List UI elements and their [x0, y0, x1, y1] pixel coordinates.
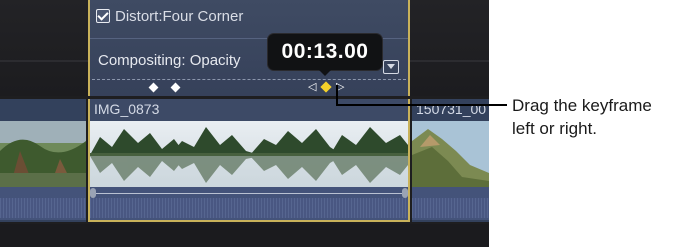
callout-leader-vertical [336, 85, 338, 105]
callout-leader-horizontal [336, 104, 507, 106]
fade-handle-right[interactable] [402, 188, 408, 198]
timeline: Distort:Four Corner Compositing: Opacity… [0, 0, 489, 247]
checkbox-icon[interactable] [96, 9, 110, 23]
timecode-tooltip: 00:13.00 [268, 34, 382, 70]
previous-keyframe-icon[interactable]: ◁ [308, 80, 316, 94]
audio-waveform [0, 187, 86, 220]
clip-left[interactable] [0, 99, 86, 222]
callout-text: Drag the keyframe left or right. [512, 94, 679, 140]
menu-dropdown-icon[interactable] [383, 60, 399, 74]
clip-name: IMG_0873 [94, 101, 160, 117]
clip-right[interactable]: 150731_00 [412, 99, 489, 222]
callout-line-1: Drag the keyframe [512, 96, 652, 115]
lower-track-area [0, 224, 489, 247]
clip-selected[interactable]: IMG_0873 [88, 99, 410, 222]
distort-effect-row[interactable]: Distort:Four Corner [96, 6, 243, 26]
audio-waveform [412, 187, 489, 220]
keyframe-icon[interactable] [148, 82, 159, 93]
keyframe-icon[interactable] [170, 82, 181, 93]
callout-line-2: left or right. [512, 119, 598, 138]
clip-thumbnail [0, 121, 86, 187]
clip-thumbnail [90, 121, 408, 187]
tooltip-pointer [318, 69, 332, 76]
volume-line[interactable] [92, 193, 406, 194]
opacity-effect-label: Compositing: Opacity [98, 52, 241, 69]
audio-waveform [90, 187, 408, 220]
keyframe-track[interactable] [92, 79, 406, 80]
keyframe-icon[interactable] [320, 81, 332, 93]
clip-thumbnail [412, 121, 489, 187]
fade-handle-left[interactable] [90, 188, 96, 198]
distort-effect-label: Distort:Four Corner [115, 7, 244, 25]
